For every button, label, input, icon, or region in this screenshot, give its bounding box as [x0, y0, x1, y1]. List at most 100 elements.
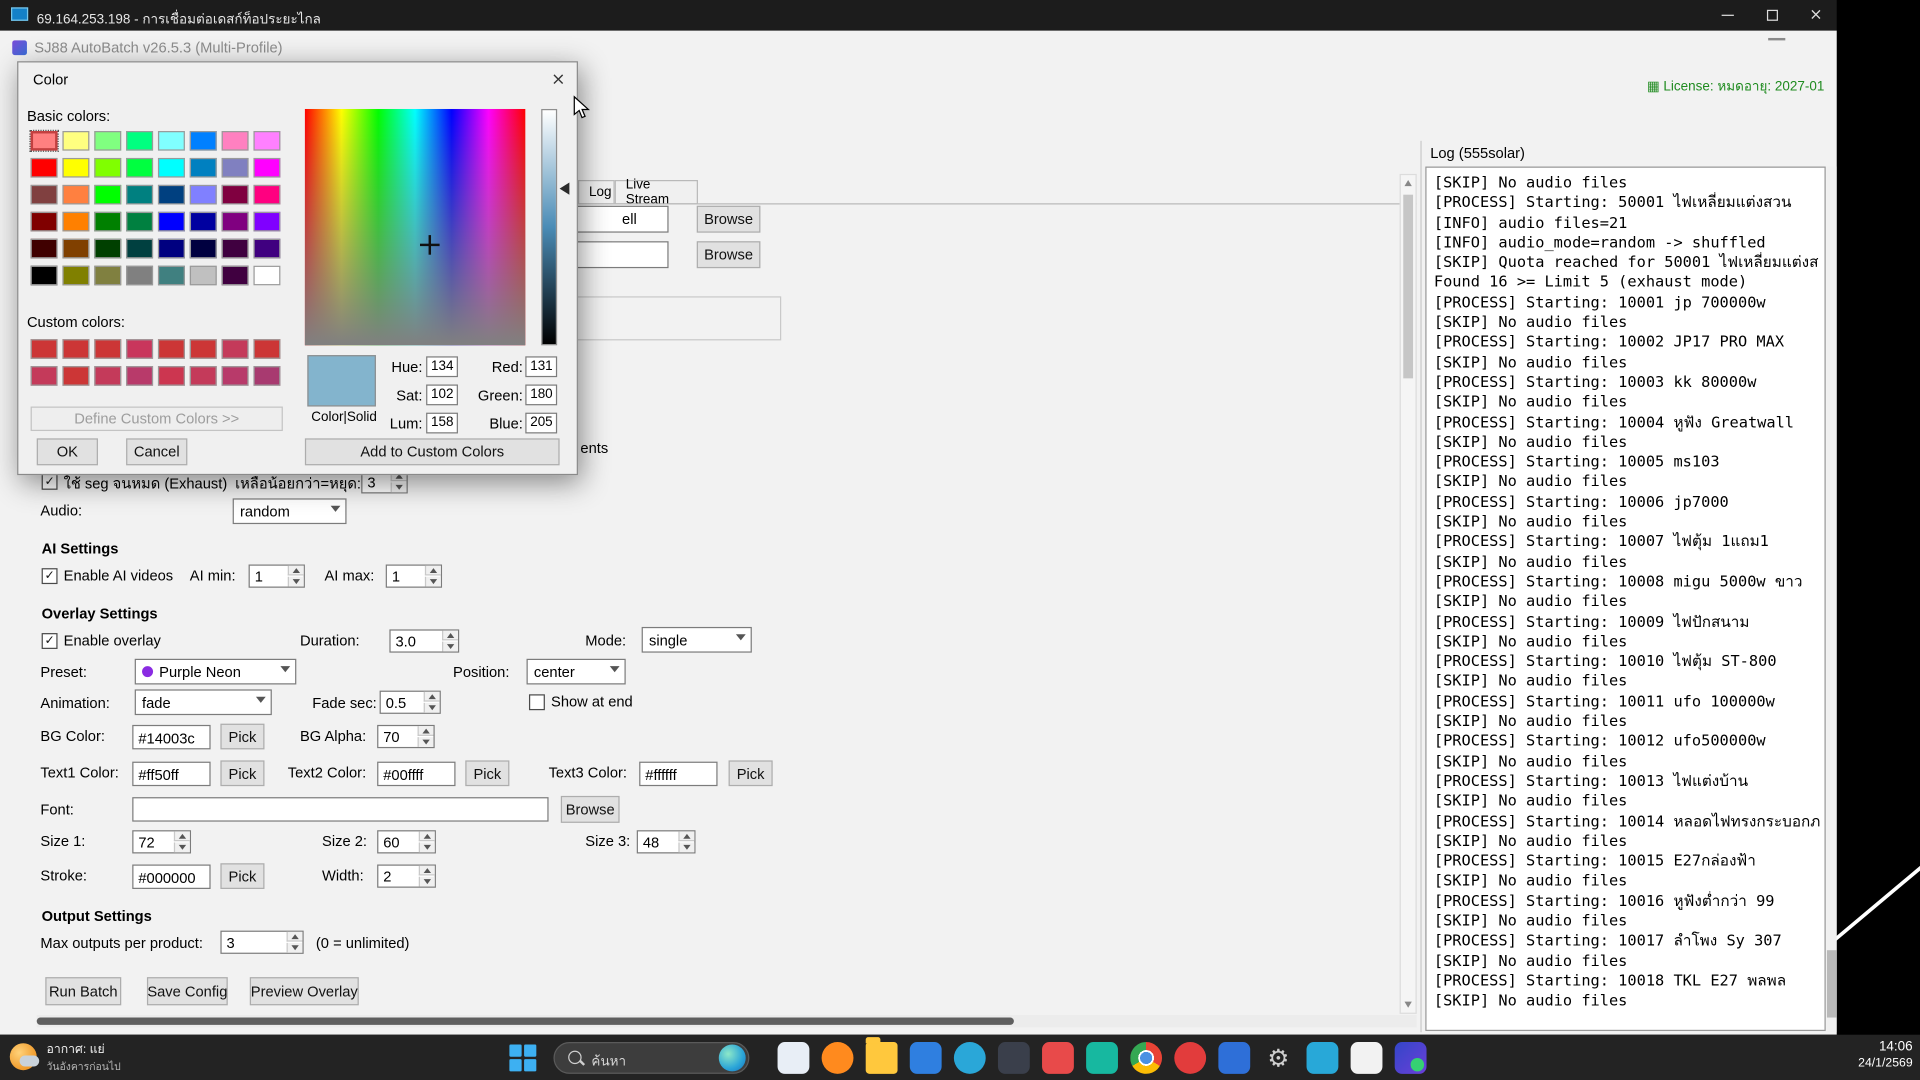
color-swatch[interactable] [253, 131, 280, 151]
color-swatch[interactable] [158, 339, 185, 359]
bg-color-input[interactable]: #14003c [132, 725, 210, 749]
spinner-up-icon[interactable] [424, 692, 440, 702]
enable-overlay-checkbox[interactable] [42, 633, 58, 649]
notepad-icon[interactable] [1351, 1042, 1383, 1074]
horizontal-scrollbar-thumb[interactable] [37, 1018, 1014, 1025]
color-swatch[interactable] [31, 266, 58, 286]
red-a-app-icon[interactable] [1042, 1042, 1074, 1074]
blue-doc-app-icon[interactable] [1218, 1042, 1250, 1074]
color-swatch[interactable] [126, 266, 153, 286]
enable-ai-checkbox[interactable] [42, 568, 58, 584]
color-crosshair-icon[interactable] [420, 235, 440, 255]
scroll-down-icon[interactable] [1404, 1002, 1411, 1008]
scroll-up-icon[interactable] [1404, 180, 1411, 186]
fade-sec-spinner[interactable]: 0.5 [380, 691, 441, 714]
dark-app-icon[interactable] [998, 1042, 1030, 1074]
log-scrollbar-thumb[interactable] [1827, 950, 1837, 1017]
color-swatch[interactable] [94, 212, 121, 232]
color-swatch[interactable] [31, 239, 58, 259]
form-vertical-scrollbar[interactable] [1400, 174, 1417, 1014]
show-at-end-checkbox[interactable] [529, 694, 545, 710]
color-swatch[interactable] [94, 339, 121, 359]
settings-gear-icon[interactable]: ⚙ [1262, 1042, 1294, 1074]
text2-color-input[interactable]: #00ffff [377, 762, 455, 786]
spinner-down-icon[interactable] [287, 943, 303, 953]
spinner-up-icon[interactable] [678, 831, 694, 841]
spinner-up-icon[interactable] [418, 726, 434, 736]
teal-app-icon[interactable] [1086, 1042, 1118, 1074]
color-swatch[interactable] [31, 366, 58, 386]
hue-input[interactable]: 134 [426, 356, 458, 377]
text1-pick-button[interactable]: Pick [220, 760, 264, 786]
spinner-up-icon[interactable] [287, 932, 303, 942]
color-swatch[interactable] [253, 266, 280, 286]
luminance-slider-icon[interactable] [560, 182, 570, 194]
ai-max-spinner[interactable]: 1 [386, 564, 442, 587]
edge-icon[interactable] [954, 1042, 986, 1074]
color-swatch[interactable] [31, 158, 58, 178]
spinner-down-icon[interactable] [391, 482, 407, 492]
rdp-minimize-button[interactable] [1706, 0, 1750, 31]
color-swatch[interactable] [190, 158, 217, 178]
log-text[interactable]: [SKIP] No audio files[PROCESS] Starting:… [1425, 167, 1825, 1031]
font-input[interactable] [132, 797, 548, 821]
preview-overlay-button[interactable]: Preview Overlay [250, 977, 359, 1005]
hue-saturation-field[interactable] [305, 109, 525, 345]
color-swatch[interactable] [158, 266, 185, 286]
color-swatch[interactable] [94, 266, 121, 286]
microsoft-store-icon[interactable] [910, 1042, 942, 1074]
search-highlights-icon[interactable] [719, 1044, 746, 1071]
preset-combo[interactable]: Purple Neon [135, 659, 297, 685]
color-swatch[interactable] [222, 158, 249, 178]
color-swatch[interactable] [158, 185, 185, 205]
text3-color-input[interactable]: #ffffff [639, 762, 717, 786]
animation-combo[interactable]: fade [135, 689, 272, 715]
color-swatch[interactable] [222, 339, 249, 359]
horizontal-scrollbar[interactable] [37, 1015, 1417, 1027]
size3-spinner[interactable]: 48 [637, 830, 696, 853]
spinner-down-icon[interactable] [424, 703, 440, 713]
color-swatch[interactable] [94, 366, 121, 386]
log-vertical-scrollbar[interactable] [1827, 167, 1837, 1033]
stroke-pick-button[interactable]: Pick [220, 863, 264, 889]
color-swatch[interactable] [31, 339, 58, 359]
size2-spinner[interactable]: 60 [377, 830, 436, 853]
bg-alpha-spinner[interactable]: 70 [377, 725, 435, 748]
color-swatch[interactable] [94, 158, 121, 178]
color-swatch[interactable] [222, 212, 249, 232]
color-swatch[interactable] [126, 239, 153, 259]
color-swatch[interactable] [31, 212, 58, 232]
width-spinner[interactable]: 2 [377, 864, 436, 887]
color-swatch[interactable] [62, 185, 89, 205]
max-outputs-spinner[interactable]: 3 [220, 931, 303, 954]
text3-pick-button[interactable]: Pick [729, 760, 773, 786]
save-config-button[interactable]: Save Config [147, 977, 228, 1005]
color-swatch[interactable] [190, 212, 217, 232]
color-swatch[interactable] [94, 131, 121, 151]
color-swatch[interactable] [158, 131, 185, 151]
mode-combo[interactable]: single [642, 627, 752, 653]
define-custom-colors-button[interactable]: Define Custom Colors >> [31, 407, 283, 431]
rdp-maximize-button[interactable] [1750, 0, 1794, 31]
clock[interactable]: 14:06 24/1/2569 [1858, 1040, 1912, 1071]
color-swatch[interactable] [190, 366, 217, 386]
ai-min-spinner[interactable]: 1 [249, 564, 305, 587]
widgets-icon[interactable] [778, 1042, 810, 1074]
blue-x-app-icon[interactable] [1307, 1042, 1339, 1074]
exhaust-checkbox[interactable] [42, 474, 58, 490]
ok-button[interactable]: OK [37, 438, 98, 465]
color-swatch[interactable] [62, 339, 89, 359]
tab-log[interactable]: Log [578, 180, 615, 204]
color-swatch[interactable] [222, 239, 249, 259]
color-swatch[interactable] [126, 339, 153, 359]
browse1-button[interactable]: Browse [697, 206, 761, 233]
color-swatch[interactable] [31, 131, 58, 151]
spinner-down-icon[interactable] [419, 877, 435, 887]
color-swatch[interactable] [222, 185, 249, 205]
color-swatch[interactable] [190, 131, 217, 151]
color-swatch[interactable] [190, 266, 217, 286]
color-swatch[interactable] [31, 185, 58, 205]
color-swatch[interactable] [126, 131, 153, 151]
spinner-down-icon[interactable] [288, 577, 304, 587]
blue-input[interactable]: 205 [525, 413, 557, 434]
